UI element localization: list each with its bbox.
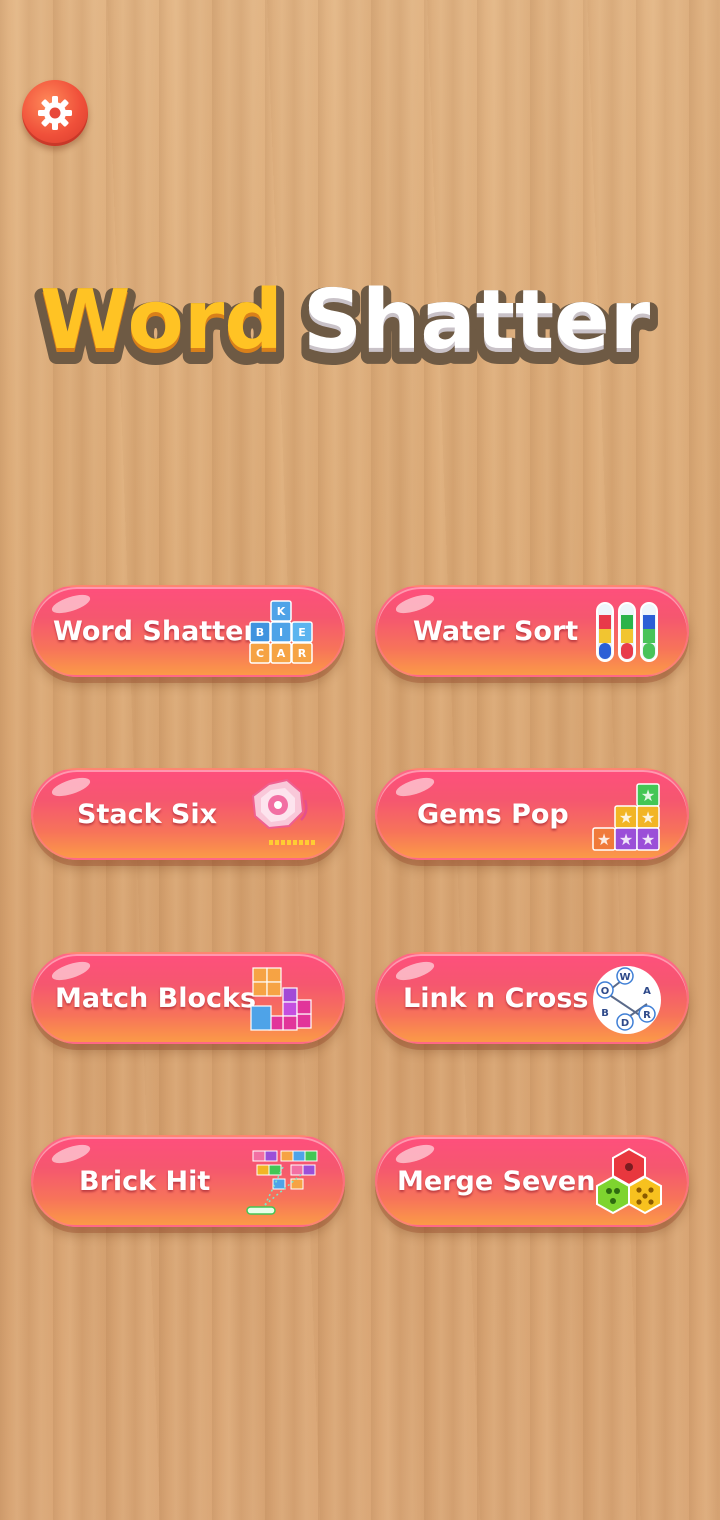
svg-text:A: A xyxy=(277,647,286,660)
link-n-cross-button[interactable]: Link n Cross W O A B D R xyxy=(375,952,689,1044)
svg-text:R: R xyxy=(298,647,307,660)
letter-blocks-icon: K B I E C A R xyxy=(249,600,313,664)
svg-text:D: D xyxy=(621,1018,629,1029)
water-sort-label: Water Sort xyxy=(413,616,579,647)
svg-text:W: W xyxy=(619,972,630,983)
svg-text:★: ★ xyxy=(641,786,655,805)
title-shatter: Shatter xyxy=(303,273,651,368)
svg-text:★: ★ xyxy=(641,808,655,827)
svg-text:★: ★ xyxy=(597,830,611,849)
gear-icon xyxy=(38,96,72,130)
tetris-blocks-icon xyxy=(250,967,312,1031)
match-blocks-button[interactable]: Match Blocks xyxy=(31,952,345,1044)
star-gems-icon: ★ ★ ★ ★ ★ ★ xyxy=(592,783,660,851)
game-title: Word Shatter Word Shatter Word Shatter xyxy=(0,268,720,384)
match-blocks-label: Match Blocks xyxy=(55,983,257,1014)
svg-text:R: R xyxy=(643,1010,651,1021)
svg-text:★: ★ xyxy=(619,808,633,827)
letter-wheel-icon: W O A B D R xyxy=(593,966,661,1034)
merge-seven-button[interactable]: Merge Seven xyxy=(375,1135,689,1227)
hex-dice-icon xyxy=(596,1147,662,1215)
settings-button[interactable] xyxy=(22,80,88,146)
svg-text:O: O xyxy=(601,986,610,997)
merge-seven-label: Merge Seven xyxy=(397,1166,596,1197)
svg-text:C: C xyxy=(256,647,264,660)
svg-text:B: B xyxy=(601,1008,609,1019)
svg-text:A: A xyxy=(643,986,651,997)
test-tubes-icon xyxy=(596,602,658,662)
title-word: Word xyxy=(40,273,283,368)
stack-six-button[interactable]: Stack Six xyxy=(31,768,345,860)
brick-breaker-icon xyxy=(246,1150,318,1215)
svg-text:K: K xyxy=(277,605,286,618)
svg-text:★: ★ xyxy=(619,830,633,849)
svg-text:B: B xyxy=(256,626,264,639)
stack-six-label: Stack Six xyxy=(77,799,218,830)
svg-text:E: E xyxy=(298,626,306,639)
water-sort-button[interactable]: Water Sort xyxy=(375,585,689,677)
hexagon-stack-icon xyxy=(251,778,315,845)
brick-hit-button[interactable]: Brick Hit xyxy=(31,1135,345,1227)
svg-text:I: I xyxy=(279,626,283,639)
word-shatter-label: Word Shatter xyxy=(53,616,257,647)
gems-pop-button[interactable]: Gems Pop ★ ★ ★ ★ ★ ★ xyxy=(375,768,689,860)
svg-text:★: ★ xyxy=(641,830,655,849)
link-n-cross-label: Link n Cross xyxy=(403,983,589,1014)
brick-hit-label: Brick Hit xyxy=(79,1166,211,1197)
gems-pop-label: Gems Pop xyxy=(417,799,569,830)
word-shatter-button[interactable]: Word Shatter K B I E C A R xyxy=(31,585,345,677)
